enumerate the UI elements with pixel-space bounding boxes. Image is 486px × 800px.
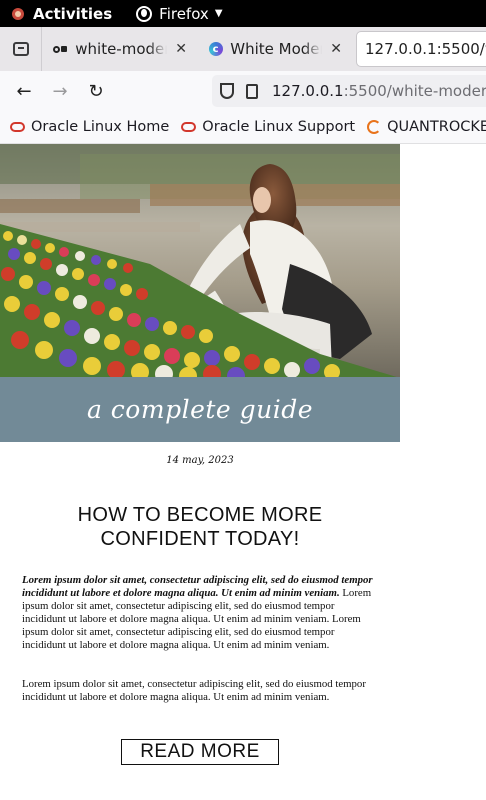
body-paragraph-1: Lorem ipsum dolor sit amet, consectetur …: [22, 574, 378, 652]
tab-white-modern-code[interactable]: white-modern- ✕: [42, 27, 197, 71]
arrow-right-icon: →: [52, 80, 68, 102]
url-host: 127.0.0.1: [272, 82, 344, 100]
system-top-bar: Activities Firefox ▼: [0, 0, 486, 27]
oracle-icon: [10, 122, 25, 132]
tab-label: White Modern: [230, 40, 322, 58]
distro-logo-icon: [12, 7, 24, 20]
page-viewport: a complete guide 14 may, 2023 HOW TO BEC…: [0, 144, 486, 800]
lead-text: Lorem ipsum dolor sit amet, consectetur …: [22, 574, 373, 599]
bookmark-oracle-linux-support[interactable]: Oracle Linux Support: [181, 119, 355, 135]
post-headline: HOW TO BECOME MORE CONFIDENT TODAY!: [77, 504, 323, 550]
reload-button[interactable]: ↻: [78, 71, 114, 111]
url-path: :5500/white-modern-: [343, 82, 486, 100]
bookmark-label: Oracle Linux Support: [202, 119, 356, 135]
hero-banner: a complete guide: [0, 377, 400, 442]
activities-button[interactable]: Activities: [12, 5, 112, 23]
tab-active-localhost[interactable]: 127.0.0.1:5500/w: [356, 31, 486, 67]
banner-tagline: a complete guide: [86, 395, 314, 424]
url-bar[interactable]: 127.0.0.1:5500/white-modern-: [212, 75, 486, 107]
close-icon[interactable]: ✕: [175, 41, 187, 57]
bookmark-label: QUANTROCKET: [387, 119, 486, 135]
forward-button[interactable]: →: [42, 71, 78, 111]
navigation-toolbar: ← → ↻ 127.0.0.1:5500/white-modern-: [0, 71, 486, 111]
chevron-down-icon: ▼: [214, 8, 223, 19]
bookmark-quantrocket[interactable]: QUANTROCKET: [367, 119, 486, 135]
oracle-icon: [181, 122, 197, 132]
app-menu-button[interactable]: Firefox ▼: [136, 4, 223, 23]
tab-label: 127.0.0.1:5500/w: [365, 40, 486, 58]
bookmark-oracle-linux-home[interactable]: Oracle Linux Home: [10, 119, 169, 135]
canva-icon: c: [207, 41, 224, 57]
arrow-left-icon: ←: [16, 80, 32, 102]
bookmark-label: Oracle Linux Home: [31, 119, 170, 135]
tab-overview-button[interactable]: [0, 27, 42, 71]
hero-photo: [0, 144, 400, 378]
back-button[interactable]: ←: [6, 71, 42, 111]
bookmarks-toolbar: Oracle Linux Home Oracle Linux Support Q…: [0, 111, 486, 144]
tracking-protection-shield-icon[interactable]: [220, 83, 234, 99]
reload-icon: ↻: [88, 80, 104, 102]
quantrocket-icon: [367, 120, 382, 134]
tab-label: white-modern-: [75, 40, 167, 58]
body-paragraph-2: Lorem ipsum dolor sit amet, consectetur …: [22, 678, 366, 703]
page-info-icon[interactable]: [246, 83, 258, 99]
tab-white-modern-canva[interactable]: c White Modern ✕: [197, 27, 352, 71]
tab-list-icon: [12, 42, 29, 56]
activities-label: Activities: [33, 4, 113, 23]
post-date: 14 may, 2023: [166, 455, 234, 466]
firefox-icon: [136, 5, 153, 22]
read-more-button[interactable]: READ MORE: [121, 739, 279, 765]
app-menu-label: Firefox: [159, 4, 209, 23]
close-icon[interactable]: ✕: [330, 41, 342, 57]
tab-strip: white-modern- ✕ c White Modern ✕ 127.0.0…: [0, 27, 486, 71]
codeanywhere-icon: [52, 41, 69, 57]
gardener-photo-image: [0, 144, 400, 378]
